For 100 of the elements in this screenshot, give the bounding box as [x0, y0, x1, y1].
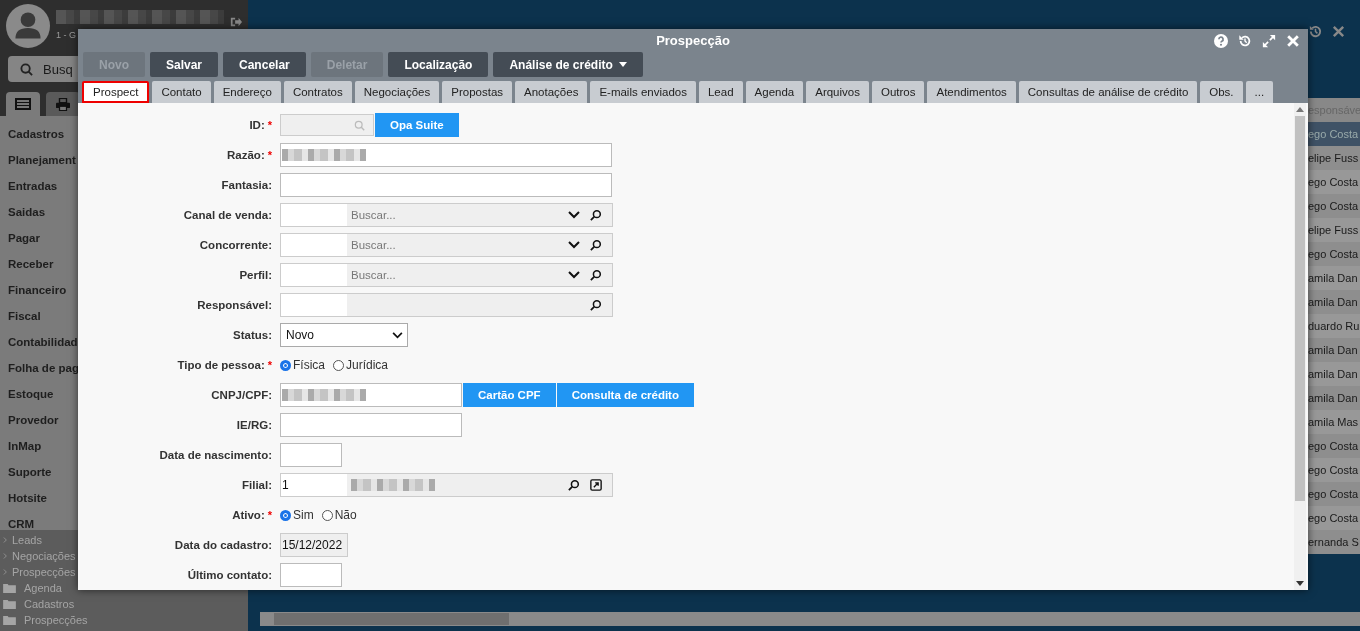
toolbar-button[interactable]: Localização [388, 52, 489, 77]
tab[interactable]: Contato [152, 81, 211, 103]
field-label: ID: [249, 119, 265, 131]
field-label: Responsável: [197, 299, 272, 311]
text-field[interactable] [280, 173, 612, 197]
date-field: 15/12/2022 [280, 533, 348, 557]
scroll-down-icon[interactable] [1296, 581, 1304, 586]
table-cell: amila Dan [1306, 386, 1360, 410]
required-mark: * [267, 149, 272, 161]
toolbar-button[interactable]: Cancelar [223, 52, 306, 77]
close-icon[interactable] [1286, 34, 1300, 48]
print-tab[interactable] [46, 92, 80, 116]
field-label: Canal de venda: [183, 209, 272, 221]
lookup-field[interactable] [280, 293, 613, 317]
search-icon[interactable] [590, 239, 602, 251]
folder-icon [3, 615, 16, 625]
lookup-field[interactable]: Buscar... [280, 203, 613, 227]
chevron-down-icon[interactable] [568, 209, 580, 221]
tree-item[interactable]: Negociações [12, 548, 76, 564]
horizontal-scrollbar[interactable] [260, 612, 1360, 626]
table-cell: duardo Ru [1306, 314, 1360, 338]
search-icon[interactable] [590, 299, 602, 311]
tree-item[interactable]: Agenda [24, 580, 62, 596]
lookup-field[interactable]: Buscar... [280, 263, 613, 287]
tab[interactable]: Endereço [213, 81, 281, 103]
chevron-down-icon [392, 331, 403, 339]
tree-item[interactable]: Prospecções [12, 564, 76, 580]
table-cell: ego Costa [1306, 506, 1360, 530]
logout-icon[interactable] [230, 16, 242, 28]
field-label: CNPJ/CPF: [211, 389, 272, 401]
table-cell: ego Costa [1306, 242, 1360, 266]
field-label: Status: [233, 329, 272, 341]
tab[interactable]: E-mails enviados [590, 81, 696, 103]
table-cell: ego Costa [1306, 170, 1360, 194]
lookup-field[interactable]: Buscar... [280, 233, 613, 257]
tree-item[interactable]: Prospecções [24, 612, 88, 628]
lookup-field[interactable]: 1 [280, 473, 613, 497]
user-company: 1 - G [56, 30, 77, 40]
chevron-down-icon[interactable] [568, 239, 580, 251]
table-cell: ego Costa [1306, 194, 1360, 218]
field-label: Ativo: [232, 509, 265, 521]
folder-icon [3, 599, 16, 609]
tab[interactable]: Propostas [442, 81, 513, 103]
search-icon [20, 62, 33, 76]
id-field[interactable] [280, 114, 374, 136]
tab[interactable]: Consultas de análise de crédito [1018, 81, 1198, 103]
tab[interactable]: Agenda [745, 81, 804, 103]
field-label: Tipo de pessoa: [177, 359, 265, 371]
required-mark: * [267, 119, 272, 131]
open-link-icon[interactable] [590, 479, 602, 491]
list-tab[interactable] [6, 92, 40, 116]
date-field[interactable] [280, 443, 342, 467]
search-icon[interactable] [590, 269, 602, 281]
tab[interactable]: Lead [698, 81, 743, 103]
search-icon[interactable] [568, 479, 580, 491]
table-cell: elipe Fuss [1306, 218, 1360, 242]
vertical-scrollbar[interactable] [1294, 103, 1306, 590]
field-label: IE/RG: [236, 419, 272, 431]
field-label: Data do cadastro: [174, 539, 272, 551]
tab[interactable]: Arquivos [806, 81, 869, 103]
table-cell: ego Costa [1306, 458, 1360, 482]
printer-icon [56, 97, 70, 111]
field-label: Data de nascimento: [159, 449, 272, 461]
text-field[interactable] [280, 383, 462, 407]
tree-item[interactable]: Leads [12, 532, 42, 548]
tab[interactable]: Prospect [82, 81, 150, 103]
date-field[interactable] [280, 563, 342, 587]
tree-item[interactable]: Cadastros [24, 596, 75, 612]
tab[interactable]: Negociações [354, 81, 440, 103]
tab[interactable]: Obs. [1200, 81, 1243, 103]
search-icon[interactable] [590, 209, 602, 221]
tab[interactable]: Anotações [515, 81, 588, 103]
radio-option[interactable]: Não [321, 508, 357, 522]
history-icon[interactable] [1238, 34, 1252, 48]
field-label: Perfil: [239, 269, 272, 281]
help-icon[interactable] [1214, 34, 1228, 48]
text-field[interactable] [280, 413, 462, 437]
opa-suite-button[interactable]: Opa Suite [375, 113, 459, 137]
history-icon [1308, 24, 1323, 39]
tab[interactable]: Atendimentos [927, 81, 1016, 103]
toolbar-button[interactable]: Salvar [150, 52, 219, 77]
tab[interactable]: Contratos [283, 81, 352, 103]
table-cell: amila Dan [1306, 266, 1360, 290]
tab[interactable]: ... [1245, 81, 1274, 103]
radio-option[interactable]: Sim [280, 508, 314, 522]
radio-option[interactable]: Física [280, 358, 325, 372]
expand-icon[interactable] [1262, 34, 1276, 48]
required-mark: * [267, 509, 272, 521]
toolbar-button[interactable]: Análise de crédito [493, 52, 643, 77]
action-button[interactable]: Cartão CPF [463, 383, 556, 407]
action-button[interactable]: Consulta de crédito [556, 383, 694, 407]
list-icon [15, 98, 31, 110]
radio-option[interactable]: Jurídica [333, 358, 389, 372]
window-title: Prospecção [656, 33, 730, 48]
chevron-down-icon[interactable] [568, 269, 580, 281]
tab[interactable]: Outros [871, 81, 925, 103]
field-label: Último contato: [187, 569, 272, 581]
text-field[interactable] [280, 143, 612, 167]
status-select[interactable]: Novo [280, 323, 408, 347]
scroll-up-icon[interactable] [1296, 107, 1304, 112]
